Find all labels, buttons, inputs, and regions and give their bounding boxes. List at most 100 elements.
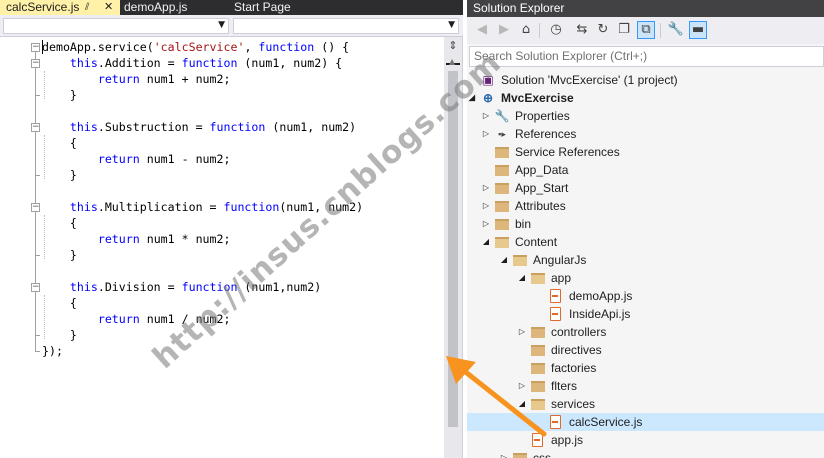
folder-open-icon: [513, 255, 527, 266]
code-area[interactable]: demoApp.service('calcService', function …: [0, 37, 444, 458]
arrow-shaft: [455, 363, 547, 437]
collapse-region-icon[interactable]: −: [31, 203, 40, 212]
code-line[interactable]: return num1 * num2;: [42, 231, 231, 247]
collapsed-arrow-icon[interactable]: ▷: [499, 449, 509, 458]
tree-item[interactable]: ◢ ⊕ MvcExercise: [467, 89, 824, 107]
code-text: }: [42, 88, 77, 102]
code-line[interactable]: }: [42, 327, 77, 343]
tree-item[interactable]: ▷ controllers: [467, 323, 824, 341]
collapse-region-icon[interactable]: −: [31, 43, 40, 52]
tree-item-label: Properties: [515, 109, 570, 123]
collapsed-arrow-icon[interactable]: ▷: [481, 179, 491, 197]
tree-item-label: MvcExercise: [501, 91, 574, 105]
code-keyword: this: [69, 200, 98, 214]
tree-item[interactable]: ▣ Solution 'MvcExercise' (1 project): [467, 71, 824, 89]
code-keyword: return: [97, 72, 140, 86]
split-window-icon[interactable]: ⇕: [447, 40, 459, 52]
tree-item[interactable]: ◢ Content: [467, 233, 824, 251]
code-text: {: [42, 216, 77, 230]
panel-title[interactable]: Solution Explorer: [467, 0, 824, 17]
folder-icon: [495, 219, 509, 230]
tree-item[interactable]: ▷ bin: [467, 215, 824, 233]
code-line[interactable]: }: [42, 247, 77, 263]
tree-item[interactable]: ▷ css: [467, 449, 824, 458]
show-all-files-icon[interactable]: ⧉: [637, 21, 655, 39]
code-line[interactable]: this.Division = function (num1,num2): [42, 279, 321, 295]
collapsed-arrow-icon[interactable]: ▷: [481, 107, 491, 125]
tree-item-label: css: [533, 451, 551, 458]
tree-item[interactable]: ▷ 🔧 Properties: [467, 107, 824, 125]
tree-item-label: Service References: [515, 145, 620, 159]
member-dropdown[interactable]: ▼: [233, 18, 459, 34]
history-icon[interactable]: ◷: [547, 21, 565, 39]
collapsed-arrow-icon[interactable]: ▷: [481, 215, 491, 233]
tree-item[interactable]: Service References: [467, 143, 824, 161]
tree-item[interactable]: ▷ ▪▸ References: [467, 125, 824, 143]
code-text: .Multiplication =: [97, 200, 224, 214]
tab-demoapp-js[interactable]: demoApp.js: [124, 0, 187, 15]
code-line[interactable]: demoApp.service('calcService', function …: [42, 39, 349, 55]
tree-item[interactable]: ◢ AngularJs: [467, 251, 824, 269]
expanded-arrow-icon[interactable]: ◢: [481, 233, 491, 251]
code-line[interactable]: });: [42, 343, 63, 359]
collapse-region-icon[interactable]: −: [31, 123, 40, 132]
collapse-region-icon[interactable]: −: [31, 283, 40, 292]
tree-item[interactable]: demoApp.js: [467, 287, 824, 305]
references-icon: ▪▸: [498, 129, 506, 139]
expanded-arrow-icon[interactable]: ◢: [499, 251, 509, 269]
code-line[interactable]: return num1 + num2;: [42, 71, 231, 87]
code-line[interactable]: return num1 - num2;: [42, 151, 231, 167]
outline-end: [35, 335, 40, 336]
code-line[interactable]: }: [42, 167, 77, 183]
refresh-icon[interactable]: ↻: [594, 21, 612, 39]
scroll-up-icon[interactable]: ▲: [449, 57, 455, 66]
expanded-arrow-icon[interactable]: ◢: [517, 269, 527, 287]
tree-item[interactable]: InsideApi.js: [467, 305, 824, 323]
tree-item[interactable]: ▷ Attributes: [467, 197, 824, 215]
javascript-file-icon: [550, 307, 561, 321]
preview-icon[interactable]: ▬: [689, 21, 707, 39]
code-text: .Division =: [97, 280, 182, 294]
code-line[interactable]: {: [42, 215, 77, 231]
type-dropdown[interactable]: ▼: [3, 18, 229, 34]
back-icon[interactable]: ◀: [473, 21, 491, 39]
tab-start-page[interactable]: Start Page: [234, 0, 291, 15]
collapse-region-icon[interactable]: −: [31, 59, 40, 68]
folder-icon: [531, 327, 545, 338]
code-editor[interactable]: calcService.js ⫽ ✕ demoApp.js Start Page…: [0, 0, 463, 458]
outline-end: [35, 351, 40, 352]
code-line[interactable]: this.Addition = function (num1, num2) {: [42, 55, 342, 71]
tree-item-label: app: [551, 271, 572, 285]
tab-calcservice-js[interactable]: calcService.js ⫽ ✕: [0, 0, 120, 15]
pin-icon[interactable]: ⫽: [85, 0, 89, 15]
code-string: 'calcService': [153, 40, 245, 54]
tab-label: demoApp.js: [124, 0, 188, 14]
outline-end: [35, 255, 40, 256]
close-icon[interactable]: ✕: [104, 0, 113, 15]
collapsed-arrow-icon[interactable]: ▷: [481, 125, 491, 143]
wrench-icon: 🔧: [494, 109, 510, 123]
collapse-all-icon[interactable]: ❐: [615, 21, 633, 39]
home-icon[interactable]: ⌂: [517, 21, 535, 39]
search-input[interactable]: Search Solution Explorer (Ctrl+;): [469, 46, 824, 67]
code-line[interactable]: {: [42, 295, 77, 311]
code-text: num1 - num2;: [139, 152, 231, 166]
tree-item[interactable]: ◢ app: [467, 269, 824, 287]
code-line[interactable]: }: [42, 87, 77, 103]
outline-line: [35, 292, 36, 335]
code-line[interactable]: {: [42, 135, 77, 151]
sync-icon[interactable]: ⇆: [573, 21, 591, 39]
tree-item[interactable]: ▷ App_Start: [467, 179, 824, 197]
tree-item-label: calcService.js: [569, 415, 643, 429]
tree-item-label: App_Start: [515, 181, 569, 195]
properties-icon[interactable]: 🔧: [667, 21, 685, 39]
tree-item[interactable]: App_Data: [467, 161, 824, 179]
code-line[interactable]: this.Substruction = function (num1, num2…: [42, 119, 356, 135]
collapsed-arrow-icon[interactable]: ▷: [481, 197, 491, 215]
code-text: ,: [244, 40, 259, 54]
collapsed-arrow-icon[interactable]: ▷: [517, 323, 527, 341]
forward-icon[interactable]: ▶: [495, 21, 513, 39]
